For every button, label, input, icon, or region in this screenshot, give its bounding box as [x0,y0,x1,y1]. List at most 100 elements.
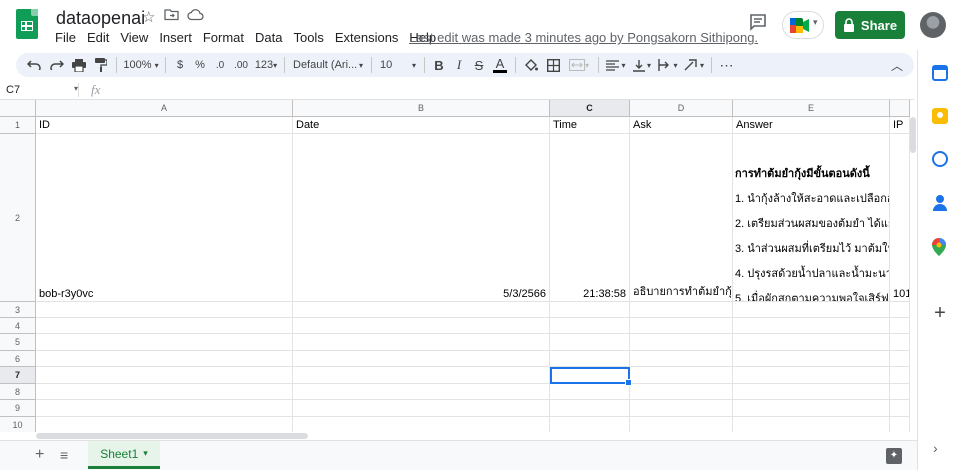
collapse-icon[interactable]: ︿ [886,54,908,76]
comment-history-icon[interactable] [748,12,768,32]
font-size-select[interactable]: 10 ▾ [376,54,420,76]
collapse-panel-icon[interactable]: › [933,440,938,456]
column-header-a[interactable]: A [36,100,293,117]
selected-cell-c7[interactable] [550,367,632,386]
menu-insert[interactable]: Insert [159,30,192,45]
cell-e2[interactable]: การทำต้มยำกุ้งมีขั้นตอนดังนี้ 1. นำกุ้งล… [733,134,890,302]
star-icon[interactable]: ☆ [142,8,155,26]
cell-f1[interactable]: IP [890,117,910,134]
row-header-7[interactable]: 7 [0,367,36,384]
undo-icon[interactable] [22,54,46,76]
menu-extensions[interactable]: Extensions [335,30,399,45]
cell-c1[interactable]: Time [550,117,630,134]
table-row[interactable] [36,384,910,400]
horizontal-scrollbar[interactable] [36,432,910,440]
print-icon[interactable] [68,54,90,76]
table-row[interactable] [36,334,910,351]
row-header-5[interactable]: 5 [0,334,36,351]
strikethrough-icon[interactable]: S [469,54,489,76]
row-header-2[interactable]: 2 [0,134,36,302]
column-header-c[interactable]: C [550,100,630,117]
row-header-9[interactable]: 9 [0,400,36,417]
table-row[interactable] [36,318,910,334]
menu-edit[interactable]: Edit [87,30,109,45]
calendar-icon[interactable] [932,65,948,81]
user-avatar[interactable] [920,12,946,38]
cell-f2[interactable]: 101 [890,134,910,302]
cell-a1[interactable]: ID [36,117,293,134]
fill-color-icon[interactable] [520,54,542,76]
cell-d2[interactable]: อธิบายการทำต้มยำกุ้ง [630,134,733,302]
bold-icon[interactable]: B [429,54,449,76]
last-edit-link[interactable]: Last edit was made 3 minutes ago by Pong… [409,30,758,45]
row-header-8[interactable]: 8 [0,384,36,400]
table-row[interactable] [36,417,910,432]
cell-e1[interactable]: Answer [733,117,890,134]
cloud-status-icon[interactable] [187,8,204,25]
add-sheet-icon[interactable]: + [35,446,44,464]
row-header-10[interactable]: 10 [0,417,36,432]
percent-format-button[interactable]: % [190,54,210,76]
column-header-f[interactable] [890,100,910,117]
table-row[interactable] [36,302,910,318]
sheets-logo-icon[interactable] [16,9,38,39]
all-sheets-icon[interactable]: ≡ [60,447,68,463]
more-icon[interactable]: ⋯ [716,54,738,76]
cell-c2[interactable]: 21:38:58 [550,134,630,302]
move-folder-icon[interactable] [164,8,179,25]
row-header-4[interactable]: 4 [0,318,36,334]
menu-view[interactable]: View [120,30,148,45]
table-row[interactable] [36,351,910,367]
tasks-icon[interactable] [932,151,948,167]
share-button[interactable]: Share [835,11,905,39]
text-color-icon[interactable]: A [489,54,511,76]
vertical-scrollbar[interactable] [909,117,917,432]
increase-decimal-button[interactable]: .00 [230,54,252,76]
document-title[interactable]: dataopenai [56,8,145,29]
sheet-tab-label: Sheet1 [100,446,139,461]
row-header-6[interactable]: 6 [0,351,36,367]
menu-data[interactable]: Data [255,30,282,45]
align-icon[interactable]: ▾ [603,54,629,76]
currency-format-button[interactable]: $ [170,54,190,76]
decrease-decimal-button[interactable]: .0 [210,54,230,76]
contacts-icon[interactable] [932,195,948,211]
rotate-icon[interactable]: ▾ [681,54,707,76]
row-header-3[interactable]: 3 [0,302,36,318]
tab-sheet1[interactable]: Sheet1 ▾ [88,441,160,469]
name-box[interactable]: C7 ▾ [0,84,78,96]
font-select[interactable]: Default (Ari... ▾ [289,54,367,76]
italic-icon[interactable]: I [449,54,469,76]
table-row[interactable] [36,400,910,417]
menu-format[interactable]: Format [203,30,244,45]
table-row[interactable] [36,367,910,384]
paint-format-icon[interactable] [90,54,112,76]
more-formats-button[interactable]: 123 ▾ [252,54,280,76]
menu-tools[interactable]: Tools [293,30,323,45]
wrap-icon[interactable]: ▾ [655,54,681,76]
zoom-select[interactable]: 100% ▾ [121,54,161,76]
vertical-scrollbar-thumb[interactable] [910,117,916,153]
valign-icon[interactable]: ▾ [629,54,655,76]
menu-file[interactable]: File [55,30,76,45]
column-header-b[interactable]: B [293,100,550,117]
keep-icon[interactable] [932,108,948,124]
redo-icon[interactable] [46,54,68,76]
cell-a2[interactable]: bob-r3y0vc [36,134,293,302]
explore-icon[interactable]: ✦ [886,448,902,464]
merge-icon[interactable]: ▾ [564,54,594,76]
borders-icon[interactable] [542,54,564,76]
meet-button[interactable]: ▾ [782,11,824,39]
add-addon-icon[interactable]: + [932,303,948,323]
maps-icon[interactable] [932,238,948,256]
cell-b1[interactable]: Date [293,117,550,134]
horizontal-scrollbar-thumb[interactable] [36,433,308,439]
toolbar-divider [165,57,166,73]
row-header-1[interactable]: 1 [0,117,36,134]
column-header-e[interactable]: E [733,100,890,117]
select-all-corner[interactable] [0,100,36,117]
cell-b2[interactable]: 5/3/2566 [293,134,550,302]
formula-bar: C7 ▾ fx [0,80,914,100]
column-header-d[interactable]: D [630,100,733,117]
cell-d1[interactable]: Ask [630,117,733,134]
